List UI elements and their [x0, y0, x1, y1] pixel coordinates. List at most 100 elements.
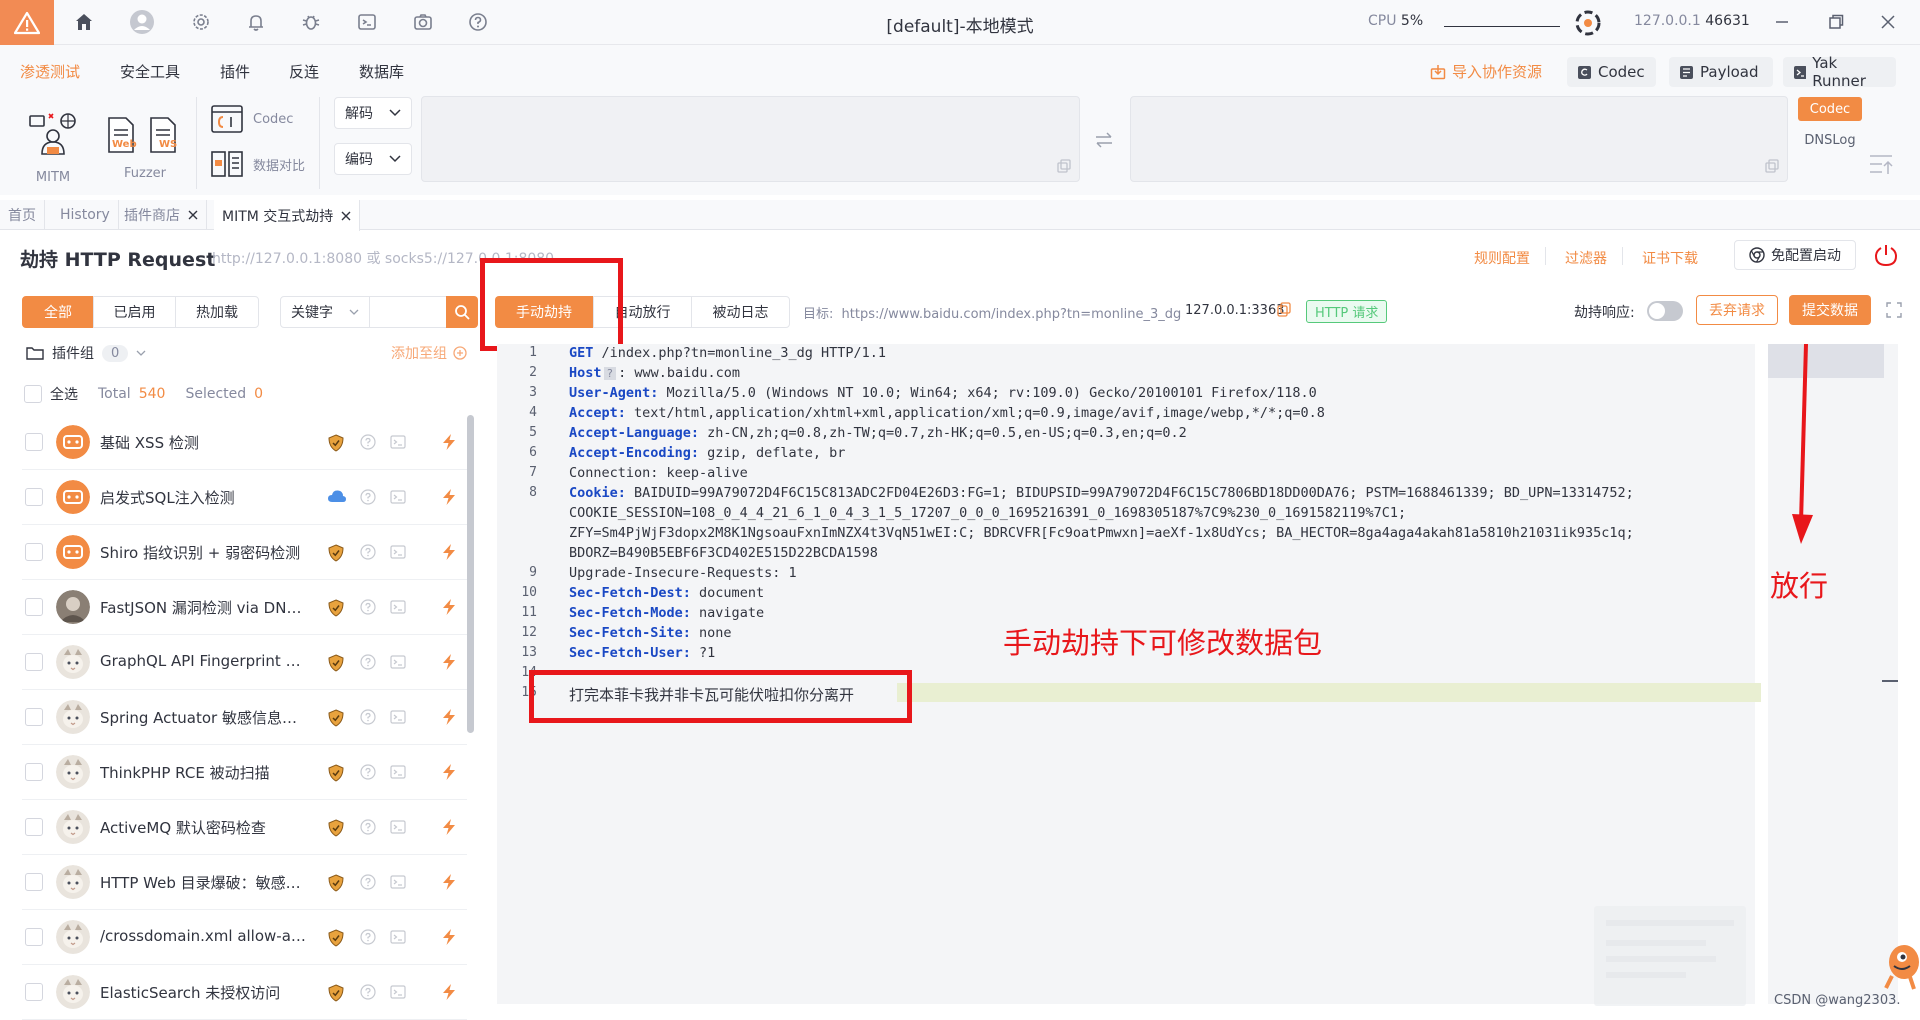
submit-data-button[interactable]: 提交数据 [1789, 295, 1871, 325]
help-icon[interactable] [360, 929, 376, 945]
help-icon[interactable] [360, 654, 376, 670]
codec-top-button[interactable]: Codec [1567, 57, 1656, 87]
plugin-row[interactable]: ElasticSearch 未授权访问 [22, 965, 467, 1020]
decode-select[interactable]: 解码 [334, 97, 412, 129]
ws-fuzzer-icon[interactable]: WS [148, 116, 178, 154]
help-icon[interactable] [360, 984, 376, 1000]
terminal-icon[interactable] [390, 874, 406, 890]
mascot-icon[interactable] [1880, 936, 1920, 992]
terminal-icon[interactable] [390, 599, 406, 615]
terminal-icon[interactable] [390, 929, 406, 945]
plugin-checkbox[interactable] [25, 763, 43, 781]
power-icon[interactable] [1874, 243, 1898, 267]
lightning-icon[interactable] [442, 763, 456, 781]
plugin-row[interactable]: GraphQL API Fingerprint Chec... [22, 635, 467, 690]
fullscreen-icon[interactable] [1886, 302, 1902, 318]
encode-select[interactable]: 编码 [334, 143, 412, 175]
tab-history[interactable]: History [52, 200, 119, 230]
side-dnslog-tab[interactable]: DNSLog [1798, 128, 1862, 152]
no-config-start-button[interactable]: 免配置启动 [1734, 240, 1856, 270]
hijack-response-toggle[interactable] [1647, 301, 1683, 321]
plugin-checkbox[interactable] [25, 653, 43, 671]
restore-icon[interactable] [1822, 8, 1850, 36]
warning-icon[interactable] [0, 0, 54, 45]
lightning-icon[interactable] [442, 653, 456, 671]
bell-icon[interactable] [242, 8, 270, 36]
plugin-checkbox[interactable] [25, 598, 43, 616]
help-icon[interactable] [360, 764, 376, 780]
plugin-checkbox[interactable] [25, 873, 43, 891]
passive-log-button[interactable]: 被动日志 [691, 296, 790, 328]
camera-icon[interactable] [409, 8, 437, 36]
codec-tool-button[interactable]: Codec [211, 105, 293, 133]
plugin-row[interactable]: /crossdomain.xml allow-acces... [22, 910, 467, 965]
discard-request-button[interactable]: 丢弃请求 [1696, 295, 1778, 325]
payload-top-button[interactable]: Payload [1669, 57, 1773, 87]
codec-input-panel[interactable] [421, 96, 1080, 182]
close-icon[interactable] [188, 210, 198, 220]
user-icon[interactable] [128, 8, 156, 36]
lightning-icon[interactable] [442, 598, 456, 616]
gear-icon[interactable] [187, 8, 215, 36]
bug-icon[interactable] [297, 8, 325, 36]
terminal-icon[interactable] [390, 764, 406, 780]
close-icon[interactable] [341, 211, 351, 221]
lightning-icon[interactable] [442, 488, 456, 506]
lightning-icon[interactable] [442, 543, 456, 561]
help-icon[interactable] [360, 709, 376, 725]
help-icon[interactable] [360, 434, 376, 450]
import-collab-button[interactable]: 导入协作资源 [1430, 61, 1542, 82]
filter-enabled-button[interactable]: 已启用 [93, 296, 176, 328]
plugin-row[interactable]: 基础 XSS 检测 [22, 415, 467, 470]
compare-tool-button[interactable]: 数据对比 [211, 150, 305, 178]
terminal-icon[interactable] [390, 544, 406, 560]
menu-item-database[interactable]: 数据库 [359, 61, 404, 82]
terminal-icon[interactable] [390, 654, 406, 670]
lightning-icon[interactable] [442, 708, 456, 726]
lightning-icon[interactable] [442, 928, 456, 946]
collapse-icon[interactable] [1868, 154, 1894, 176]
filter-all-button[interactable]: 全部 [22, 296, 94, 328]
plugin-checkbox[interactable] [25, 433, 43, 451]
plugin-row[interactable]: ThinkPHP RCE 被动扫描 [22, 745, 467, 800]
plugin-checkbox[interactable] [25, 543, 43, 561]
rules-config-link[interactable]: 规则配置 [1474, 248, 1530, 268]
filter-link[interactable]: 过滤器 [1565, 248, 1607, 268]
close-icon[interactable] [1874, 8, 1902, 36]
cert-download-link[interactable]: 证书下载 [1642, 248, 1698, 268]
fuzzer-tool-group[interactable]: Web WS [106, 116, 178, 154]
menu-item-pentest[interactable]: 渗透测试 [20, 61, 80, 82]
plugin-checkbox[interactable] [25, 818, 43, 836]
terminal-icon[interactable] [353, 8, 381, 36]
help-icon[interactable] [464, 8, 492, 36]
lightning-icon[interactable] [442, 818, 456, 836]
keyword-search-input[interactable] [369, 296, 447, 328]
help-icon[interactable] [360, 819, 376, 835]
tab-mitm[interactable]: MITM 交互式劫持 [214, 200, 361, 231]
help-icon[interactable] [360, 544, 376, 560]
terminal-icon[interactable] [390, 984, 406, 1000]
menu-item-plugins[interactable]: 插件 [220, 61, 250, 82]
plugin-checkbox[interactable] [25, 488, 43, 506]
home-icon[interactable] [70, 8, 98, 36]
plugin-group-selector[interactable]: 插件组 0 [26, 343, 146, 363]
menu-item-security-tools[interactable]: 安全工具 [120, 61, 180, 82]
lightning-icon[interactable] [442, 873, 456, 891]
help-icon[interactable] [360, 489, 376, 505]
terminal-icon[interactable] [390, 709, 406, 725]
lightning-icon[interactable] [442, 433, 456, 451]
tab-plugin-store[interactable]: 插件商店 [116, 200, 207, 230]
help-icon[interactable] [360, 874, 376, 890]
copy-icon[interactable] [1277, 302, 1291, 317]
plugin-list-scrollbar[interactable] [467, 415, 474, 733]
terminal-icon[interactable] [390, 434, 406, 450]
lightning-icon[interactable] [442, 983, 456, 1001]
search-button[interactable] [446, 296, 478, 328]
add-to-group-button[interactable]: 添加至组 [391, 343, 467, 363]
help-icon[interactable] [360, 599, 376, 615]
editor-minimap[interactable] [1768, 344, 1884, 378]
swap-icon[interactable] [1095, 132, 1113, 148]
plugin-row[interactable]: HTTP Web 目录爆破：敏感中... [22, 855, 467, 910]
plugin-checkbox[interactable] [25, 983, 43, 1001]
codec-output-panel[interactable] [1130, 96, 1788, 182]
